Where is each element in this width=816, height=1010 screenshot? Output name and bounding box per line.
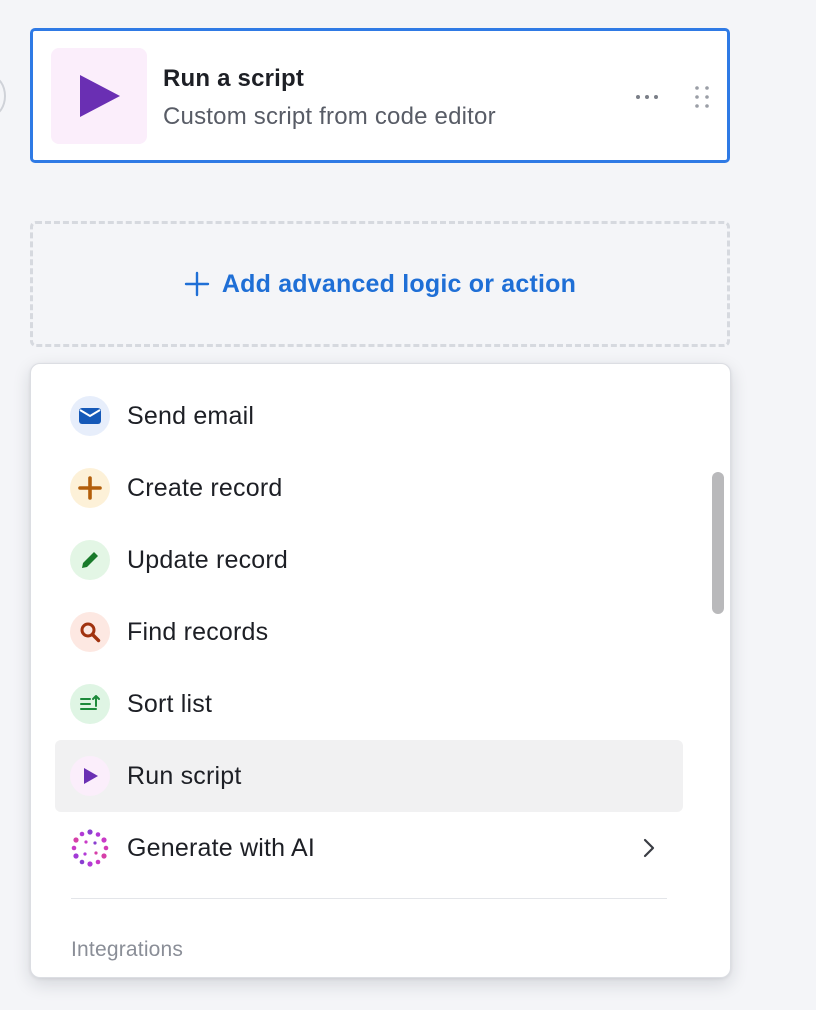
menu-item-update-record[interactable]: Update record bbox=[55, 524, 683, 596]
menu-item-send-email[interactable]: Send email bbox=[55, 380, 683, 452]
section-label-integrations: Integrations bbox=[71, 938, 184, 961]
menu-divider bbox=[71, 898, 667, 899]
ai-sparkle-icon bbox=[70, 828, 110, 868]
drag-grip-icon bbox=[695, 86, 709, 108]
more-horizontal-icon bbox=[636, 95, 658, 99]
menu-item-run-script[interactable]: Run script bbox=[55, 740, 683, 812]
menu-item-generate-with-ai[interactable]: Generate with AI bbox=[55, 812, 683, 884]
menu-item-label: Send email bbox=[127, 401, 255, 430]
menu-item-label: Sort list bbox=[127, 689, 213, 718]
step-title: Run a script bbox=[163, 65, 305, 92]
menu-item-label: Run script bbox=[127, 761, 242, 790]
connector-node bbox=[0, 76, 6, 116]
play-icon bbox=[51, 48, 147, 144]
menu-item-label: Create record bbox=[127, 473, 283, 502]
automation-editor: Run a script Custom script from code edi… bbox=[0, 0, 816, 1010]
menu-item-sort-list[interactable]: Sort list bbox=[55, 668, 683, 740]
step-subtitle: Custom script from code editor bbox=[163, 103, 496, 130]
pencil-icon bbox=[70, 540, 110, 580]
add-action-label: Add advanced logic or action bbox=[221, 269, 577, 298]
menu-item-label: Generate with AI bbox=[127, 833, 316, 862]
plus-icon bbox=[184, 271, 210, 297]
menu-item-label: Update record bbox=[127, 545, 289, 574]
envelope-icon bbox=[70, 396, 110, 436]
play-icon bbox=[70, 756, 110, 796]
chevron-right-icon bbox=[643, 838, 655, 858]
add-action-button[interactable]: Add advanced logic or action bbox=[30, 221, 730, 347]
action-menu: Send email Create record Update record F… bbox=[30, 363, 731, 978]
menu-item-create-record[interactable]: Create record bbox=[55, 452, 683, 524]
run-script-step-card[interactable]: Run a script Custom script from code edi… bbox=[30, 28, 730, 163]
menu-scrollbar[interactable] bbox=[712, 472, 724, 614]
magnifier-icon bbox=[70, 612, 110, 652]
sort-list-icon bbox=[70, 684, 110, 724]
menu-item-label: Find records bbox=[127, 617, 269, 646]
drag-handle[interactable] bbox=[689, 81, 715, 113]
menu-item-find-records[interactable]: Find records bbox=[55, 596, 683, 668]
more-options-button[interactable] bbox=[631, 83, 663, 111]
plus-icon bbox=[70, 468, 110, 508]
